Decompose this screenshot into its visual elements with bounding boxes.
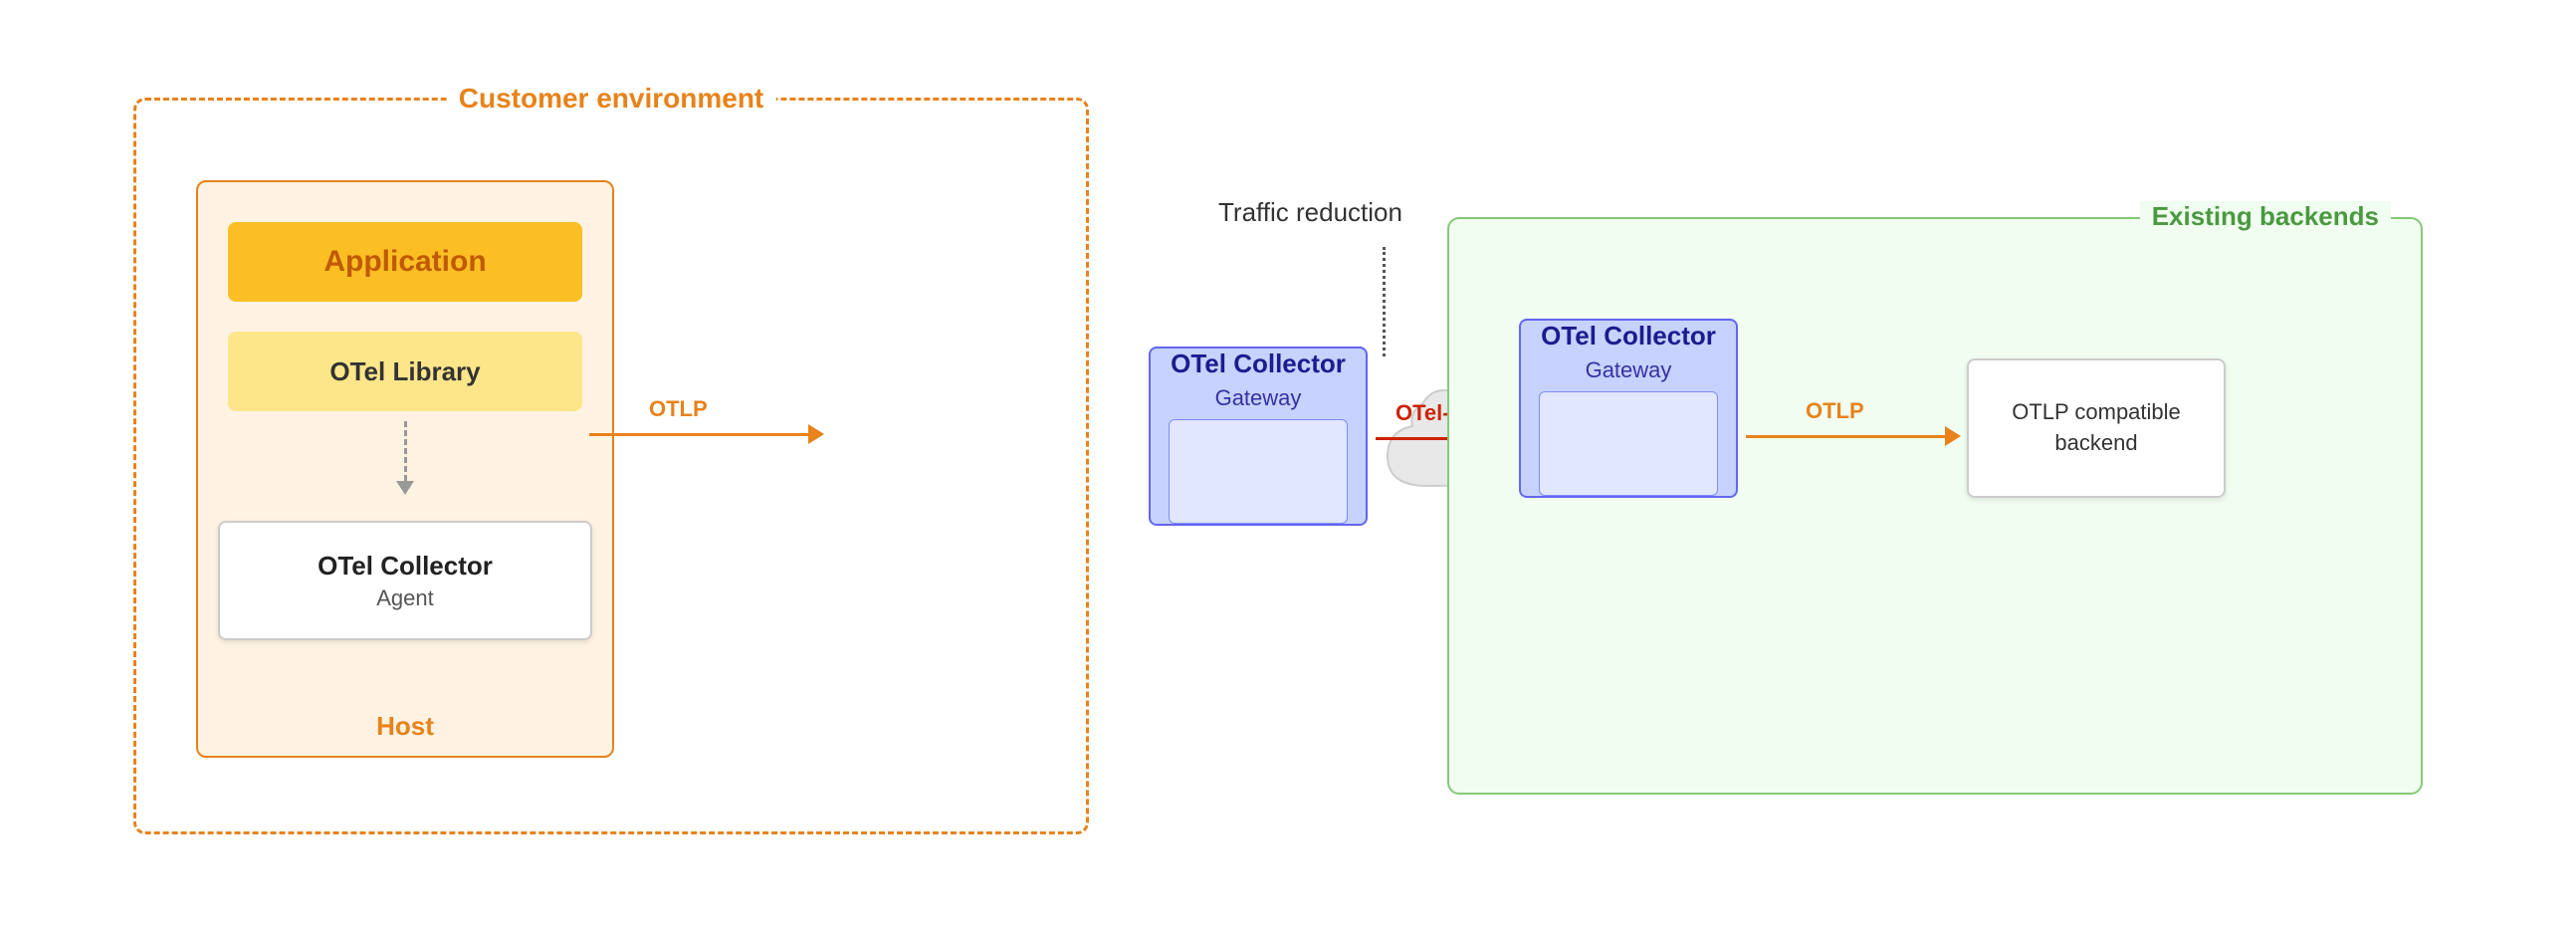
existing-backends-box: Existing backends OTel Collector Gateway…	[1447, 217, 2423, 795]
agent-title: OTel Collector	[318, 551, 493, 582]
otel-library-label: OTel Library	[329, 356, 480, 387]
otlp-line-2	[1746, 435, 1945, 438]
otlp-arrowhead-1	[808, 424, 824, 444]
gateway-box-2: OTel Collector Gateway	[1519, 319, 1738, 498]
gateway-2-subtitle: Gateway	[1586, 357, 1672, 383]
arrow-head-down	[396, 481, 414, 495]
diagram-container: Customer environment Host Application OT…	[94, 58, 2482, 874]
gateway-2-inner	[1539, 391, 1718, 496]
agent-subtitle: Agent	[376, 585, 434, 611]
existing-backends-label: Existing backends	[2140, 201, 2391, 232]
customer-environment-label: Customer environment	[447, 83, 776, 115]
host-box: Host Application OTel Library OTel Colle…	[196, 180, 614, 758]
dashed-down-arrow	[396, 421, 414, 495]
gateway-2-title: OTel Collector	[1541, 321, 1716, 351]
customer-environment-box: Customer environment Host Application OT…	[133, 98, 1089, 834]
traffic-reduction-dotted-line	[1383, 247, 1386, 356]
backend-box: OTLP compatible backend	[1967, 358, 2226, 498]
gateway-box-1: OTel Collector Gateway	[1149, 347, 1368, 526]
dashed-line	[404, 421, 407, 481]
gateway-1-subtitle: Gateway	[1215, 385, 1302, 411]
otlp-label-2: OTLP	[1806, 398, 1864, 424]
otlp-arrow-1: OTLP	[589, 424, 824, 444]
application-box: Application	[228, 222, 582, 302]
otel-collector-agent-box: OTel Collector Agent	[218, 521, 592, 640]
backend-label: OTLP compatible backend	[2012, 397, 2181, 459]
otlp-arrowhead-2	[1945, 426, 1961, 446]
gateway-1-title: OTel Collector	[1171, 349, 1346, 379]
otel-library-box: OTel Library	[228, 332, 582, 411]
otlp-arrow-2: OTLP	[1746, 426, 1961, 446]
otlp-line-1	[589, 433, 808, 436]
traffic-reduction-label: Traffic reduction	[1218, 197, 1402, 228]
application-label: Application	[323, 245, 486, 279]
otlp-label-1: OTLP	[649, 396, 708, 422]
gateway-1-inner	[1169, 419, 1348, 524]
host-label: Host	[376, 711, 434, 742]
